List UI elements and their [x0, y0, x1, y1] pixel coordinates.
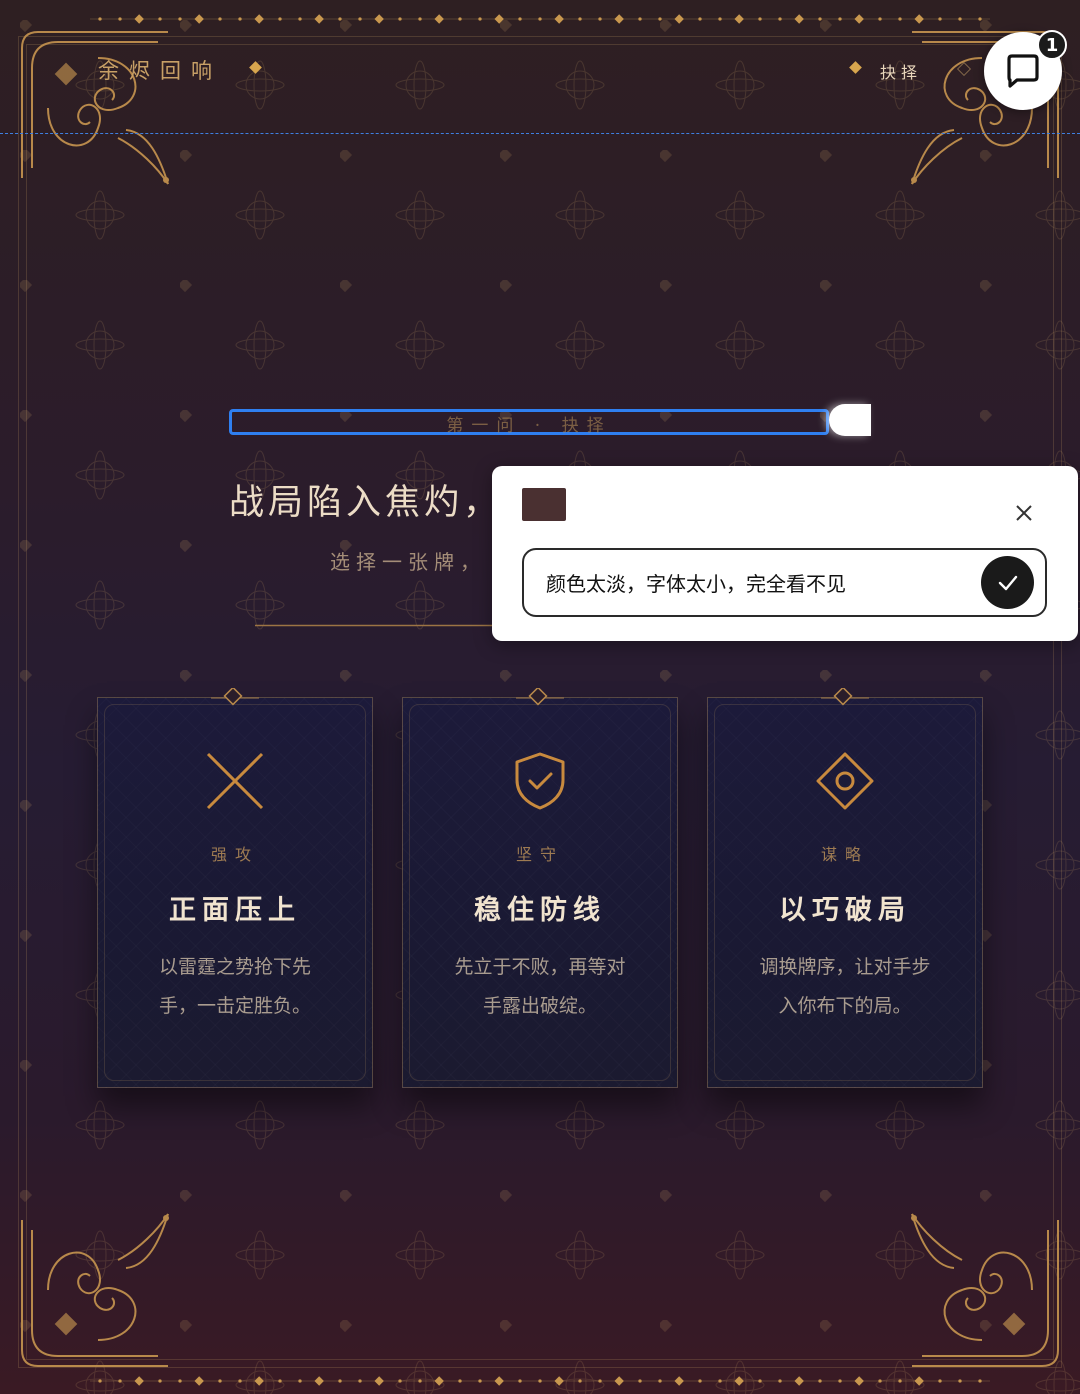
card-tag: 坚守 — [515, 845, 564, 864]
selection-guide-line — [0, 133, 1080, 134]
card-top-gem-icon — [821, 688, 869, 706]
card-desc-line: 手露出破绽。 — [482, 995, 597, 1017]
card-desc-line: 以雷霆之势抢下先 — [158, 956, 311, 978]
card-desc-line: 调换牌序，让对手步 — [759, 956, 931, 978]
card-description: 以雷霆之势抢下先 手，一击定胜负。 — [138, 948, 332, 1026]
card-tag: 谋略 — [820, 845, 869, 864]
choice-card-attack[interactable]: 强攻 正面压上 以雷霆之势抢下先 手，一击定胜负。 — [97, 688, 373, 1088]
card-description: 先立于不败，再等对 手露出破绽。 — [443, 948, 637, 1026]
card-description: 调换牌序，让对手步 入你布下的局。 — [748, 948, 942, 1026]
corner-ornament-bottom-left — [21, 1213, 169, 1367]
app-logo-text[interactable]: 余烬回响 — [98, 55, 222, 85]
nav-item-choice[interactable]: 抉择 — [880, 59, 922, 83]
chat-notification-badge: 1 — [1037, 30, 1067, 60]
corner-ornament-top-left — [21, 31, 169, 185]
page-subline: 选择一张牌， — [330, 550, 486, 574]
feedback-popup — [492, 466, 1078, 641]
chat-bubble-icon — [1007, 54, 1039, 88]
card-title: 以巧破局 — [779, 895, 911, 926]
card-top-gem-icon — [516, 688, 564, 706]
crossed-swords-icon — [206, 752, 264, 810]
feedback-input[interactable] — [546, 566, 966, 598]
card-desc-line: 入你布下的局。 — [778, 995, 912, 1017]
headline-divider — [255, 624, 500, 627]
card-top-gem-icon — [211, 688, 259, 706]
close-icon — [1016, 505, 1032, 521]
page-headline: 战局陷入焦灼， — [229, 483, 503, 523]
corner-ornament-bottom-right — [911, 1213, 1059, 1367]
top-dotted-border — [90, 14, 990, 24]
choice-card-strategy[interactable]: 谋略 以巧破局 调换牌序，让对手步 入你布下的局。 — [707, 688, 983, 1088]
section-label: 第一问 · 抉择 — [446, 416, 612, 436]
card-title: 正面压上 — [169, 895, 301, 926]
color-swatch — [522, 488, 566, 521]
card-desc-line: 先立于不败，再等对 — [454, 956, 626, 978]
card-title: 稳住防线 — [474, 895, 606, 926]
close-button[interactable] — [1004, 495, 1044, 531]
confirm-button[interactable] — [981, 556, 1034, 609]
checkmark-icon — [998, 575, 1017, 590]
diamond-eye-icon — [816, 752, 874, 810]
choice-card-defend[interactable]: 坚守 稳住防线 先立于不败，再等对 手露出破绽。 — [402, 688, 678, 1088]
card-tag: 强攻 — [210, 845, 259, 864]
shield-check-icon — [515, 752, 565, 810]
feedback-field[interactable] — [522, 548, 1047, 617]
bottom-dotted-border — [90, 1376, 990, 1386]
selection-handle[interactable] — [829, 404, 871, 436]
card-desc-line: 手，一击定胜负。 — [158, 995, 311, 1017]
